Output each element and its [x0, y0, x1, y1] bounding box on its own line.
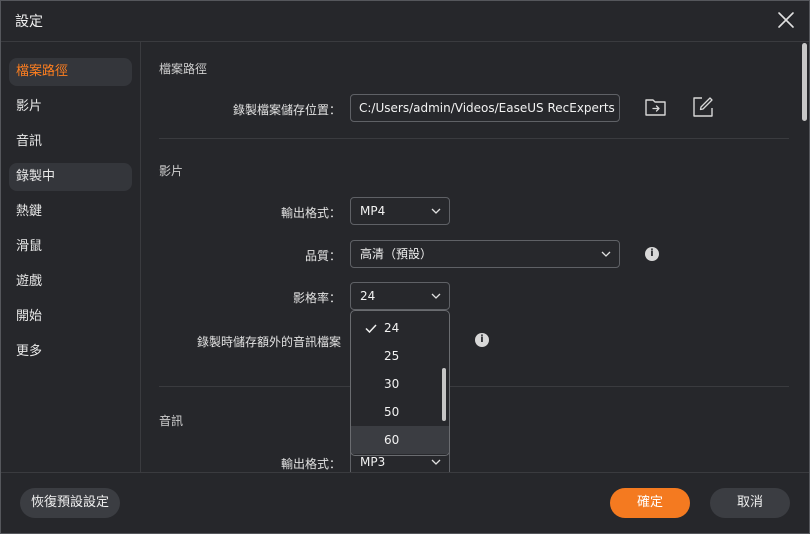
chevron-down-icon: [431, 208, 441, 214]
frame-rate-option-50[interactable]: 50: [351, 398, 449, 426]
section-title-video: 影片: [159, 164, 184, 178]
sidebar-item-file-path[interactable]: 檔案路徑: [9, 58, 132, 86]
frame-rate-option-label: 25: [384, 349, 400, 363]
quality-select[interactable]: 高清（預設）: [350, 240, 620, 268]
ok-button[interactable]: 確定: [610, 488, 690, 518]
frame-rate-dropdown: 24 25 30 50 60: [350, 310, 450, 456]
sidebar-item-game[interactable]: 遊戲: [9, 268, 132, 296]
frame-rate-option-30[interactable]: 30: [351, 370, 449, 398]
video-output-format-value: MP4: [360, 204, 386, 218]
sidebar-item-more[interactable]: 更多: [9, 338, 132, 366]
frame-rate-value: 24: [360, 289, 376, 303]
sidebar-item-mouse[interactable]: 滑鼠: [9, 233, 132, 261]
frame-rate-option-label: 24: [384, 321, 400, 335]
chevron-down-icon: [431, 293, 441, 299]
audio-output-format-label: 輸出格式：: [280, 457, 341, 471]
edit-icon[interactable]: [690, 94, 716, 120]
extra-audio-info-icon[interactable]: i: [475, 333, 489, 347]
frame-rate-option-label: 60: [384, 433, 400, 447]
sidebar-item-audio[interactable]: 音訊: [9, 128, 132, 156]
settings-content: 檔案路徑 錄製檔案儲存位置： C:/Users/admin/Videos/Eas…: [141, 42, 809, 472]
close-icon[interactable]: [775, 9, 797, 31]
sidebar-item-recording[interactable]: 錄製中: [9, 163, 132, 191]
open-folder-icon[interactable]: [643, 94, 669, 120]
title-bar: 設定: [1, 1, 809, 41]
section-divider: [159, 138, 789, 139]
chevron-down-icon: [431, 459, 441, 465]
quality-value: 高清（預設）: [360, 247, 433, 261]
frame-rate-option-25[interactable]: 25: [351, 342, 449, 370]
frame-rate-label: 影格率：: [292, 291, 341, 305]
sidebar: 檔案路徑 影片 音訊 錄製中 熱鍵 滑鼠 遊戲 開始 更多: [1, 42, 140, 472]
quality-label: 品質：: [304, 249, 341, 263]
sidebar-item-video[interactable]: 影片: [9, 93, 132, 121]
frame-rate-option-60[interactable]: 60: [351, 426, 449, 454]
footer-divider: [1, 472, 809, 473]
sidebar-item-start[interactable]: 開始: [9, 303, 132, 331]
section-title-audio: 音訊: [159, 414, 184, 428]
extra-audio-label: 錄製時儲存額外的音訊檔案: [196, 335, 341, 349]
save-location-label: 錄製檔案儲存位置：: [232, 103, 341, 117]
quality-info-icon[interactable]: i: [645, 247, 659, 261]
cancel-button[interactable]: 取消: [710, 488, 790, 518]
frame-rate-option-label: 50: [384, 405, 400, 419]
dropdown-scrollbar[interactable]: [442, 368, 446, 421]
section-title-file-path: 檔案路徑: [159, 62, 208, 76]
content-scrollbar[interactable]: [802, 43, 807, 121]
video-output-format-label: 輸出格式：: [280, 206, 341, 220]
frame-rate-option-label: 30: [384, 377, 400, 391]
chevron-down-icon: [601, 251, 611, 257]
frame-rate-option-24[interactable]: 24: [351, 314, 449, 342]
reset-defaults-button[interactable]: 恢復預設設定: [20, 488, 120, 518]
save-location-field[interactable]: C:/Users/admin/Videos/EaseUS RecExperts: [350, 94, 620, 122]
checkmark-icon: [365, 324, 377, 333]
video-output-format-select[interactable]: MP4: [350, 197, 450, 225]
sidebar-item-hotkeys[interactable]: 熱鍵: [9, 198, 132, 226]
settings-dialog: 設定 檔案路徑 影片 音訊 錄製中 熱鍵 滑鼠 遊戲 開始 更多 檔案路徑 錄製…: [0, 0, 810, 534]
section-divider: [159, 386, 789, 387]
dialog-title: 設定: [15, 14, 43, 30]
frame-rate-select[interactable]: 24: [350, 282, 450, 310]
audio-output-format-value: MP3: [360, 455, 386, 469]
